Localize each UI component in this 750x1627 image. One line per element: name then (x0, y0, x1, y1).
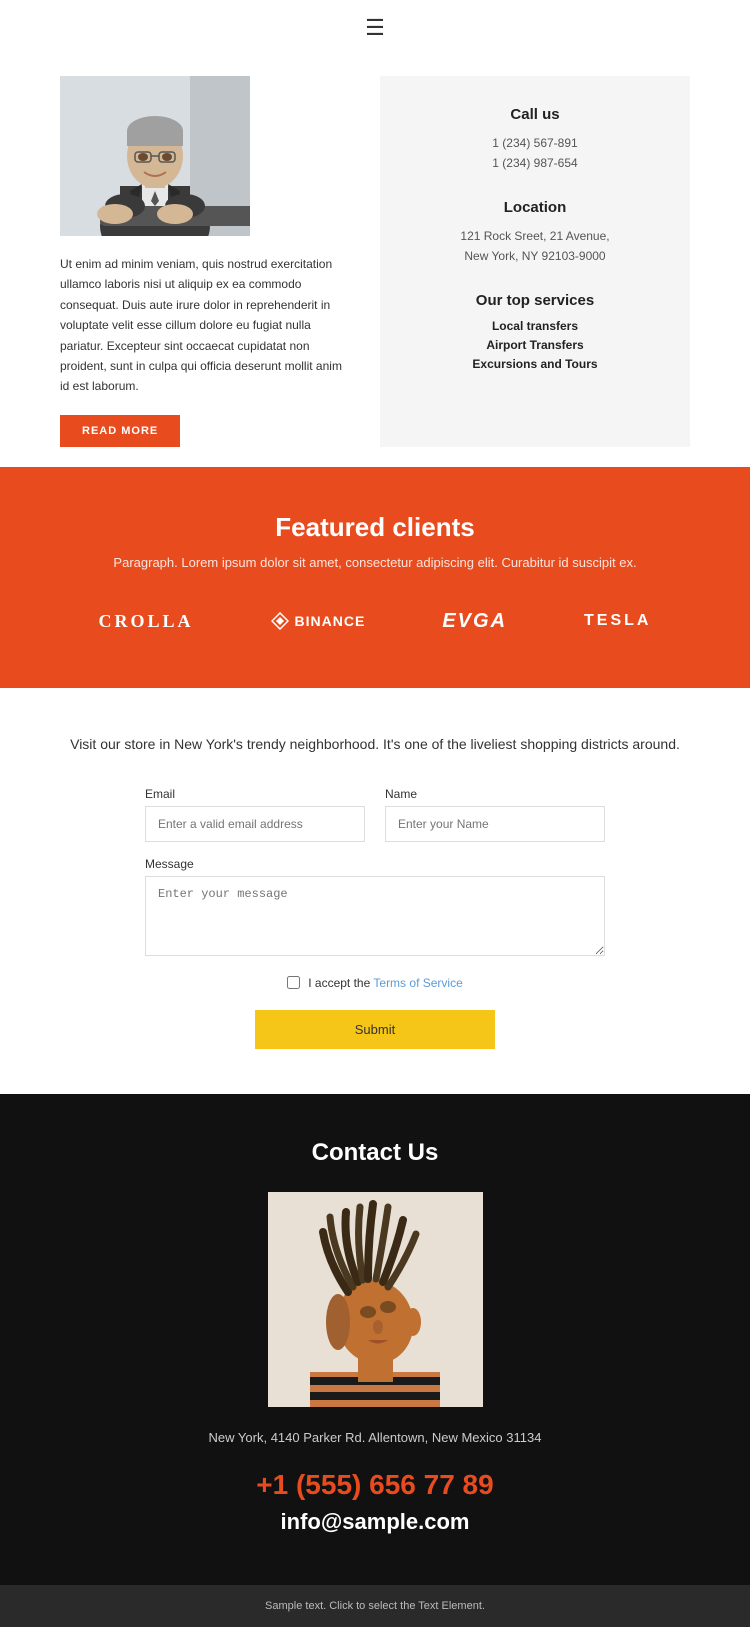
form-row-email-name: Email Name (145, 787, 605, 842)
terms-checkbox[interactable] (287, 976, 300, 989)
message-textarea[interactable] (145, 876, 605, 956)
service-item-1: Local transfers (410, 319, 660, 333)
name-input[interactable] (385, 806, 605, 842)
message-group: Message (145, 857, 605, 961)
portrait-image (60, 76, 250, 236)
terms-row: I accept the Terms of Service (145, 976, 605, 990)
body-text: Ut enim ad minim veniam, quis nostrud ex… (60, 254, 350, 397)
services-title: Our top services (410, 292, 660, 309)
clients-logos: CROLLA BINANCE EVGA TESLA (60, 610, 690, 633)
service-item-3: Excursions and Tours (410, 357, 660, 371)
contact-title: Contact Us (60, 1139, 690, 1167)
main-section: Ut enim ad minim veniam, quis nostrud ex… (0, 56, 750, 467)
message-row: Message (145, 857, 605, 961)
featured-clients-section: Featured clients Paragraph. Lorem ipsum … (0, 467, 750, 688)
featured-subtitle: Paragraph. Lorem ipsum dolor sit amet, c… (60, 555, 690, 570)
client-binance: BINANCE (271, 612, 366, 630)
address-line1: 121 Rock Sreet, 21 Avenue, (410, 226, 660, 246)
terms-label: I accept the Terms of Service (308, 976, 463, 990)
form-tagline: Visit our store in New York's trendy nei… (60, 733, 690, 757)
footer-text: Sample text. Click to select the Text El… (15, 1600, 735, 1612)
call-us-title: Call us (410, 106, 660, 123)
address-line2: New York, NY 92103-9000 (410, 246, 660, 266)
contact-address: New York, 4140 Parker Rd. Allentown, New… (60, 1427, 690, 1449)
client-tesla: TESLA (584, 612, 651, 630)
form-section: Visit our store in New York's trendy nei… (0, 688, 750, 1094)
footer-bar: Sample text. Click to select the Text El… (0, 1585, 750, 1627)
hamburger-icon[interactable]: ☰ (365, 15, 385, 41)
contact-phone: +1 (555) 656 77 89 (60, 1469, 690, 1501)
services-block: Our top services Local transfers Airport… (410, 292, 660, 371)
email-label: Email (145, 787, 365, 801)
message-label: Message (145, 857, 605, 871)
featured-title: Featured clients (60, 512, 690, 543)
contact-footer: Contact Us (0, 1094, 750, 1585)
services-list: Local transfers Airport Transfers Excurs… (410, 319, 660, 371)
phone2: 1 (234) 987-654 (410, 153, 660, 173)
contact-email: info@sample.com (60, 1509, 690, 1535)
email-input[interactable] (145, 806, 365, 842)
phone1: 1 (234) 567-891 (410, 133, 660, 153)
contact-image (268, 1192, 483, 1407)
client-evga: EVGA (442, 610, 507, 633)
name-group: Name (385, 787, 605, 842)
contact-form: Email Name Message I accept the Terms of… (145, 787, 605, 1049)
left-column: Ut enim ad minim veniam, quis nostrud ex… (60, 76, 350, 447)
terms-link[interactable]: Terms of Service (373, 976, 462, 990)
client-crolla: CROLLA (99, 611, 194, 632)
call-us-block: Call us 1 (234) 567-891 1 (234) 987-654 (410, 106, 660, 174)
location-block: Location 121 Rock Sreet, 21 Avenue, New … (410, 199, 660, 267)
right-column: Call us 1 (234) 567-891 1 (234) 987-654 … (380, 76, 690, 447)
header: ☰ (0, 0, 750, 56)
read-more-button[interactable]: READ MORE (60, 415, 180, 447)
name-label: Name (385, 787, 605, 801)
service-item-2: Airport Transfers (410, 338, 660, 352)
submit-button[interactable]: Submit (255, 1010, 495, 1049)
location-title: Location (410, 199, 660, 216)
email-group: Email (145, 787, 365, 842)
